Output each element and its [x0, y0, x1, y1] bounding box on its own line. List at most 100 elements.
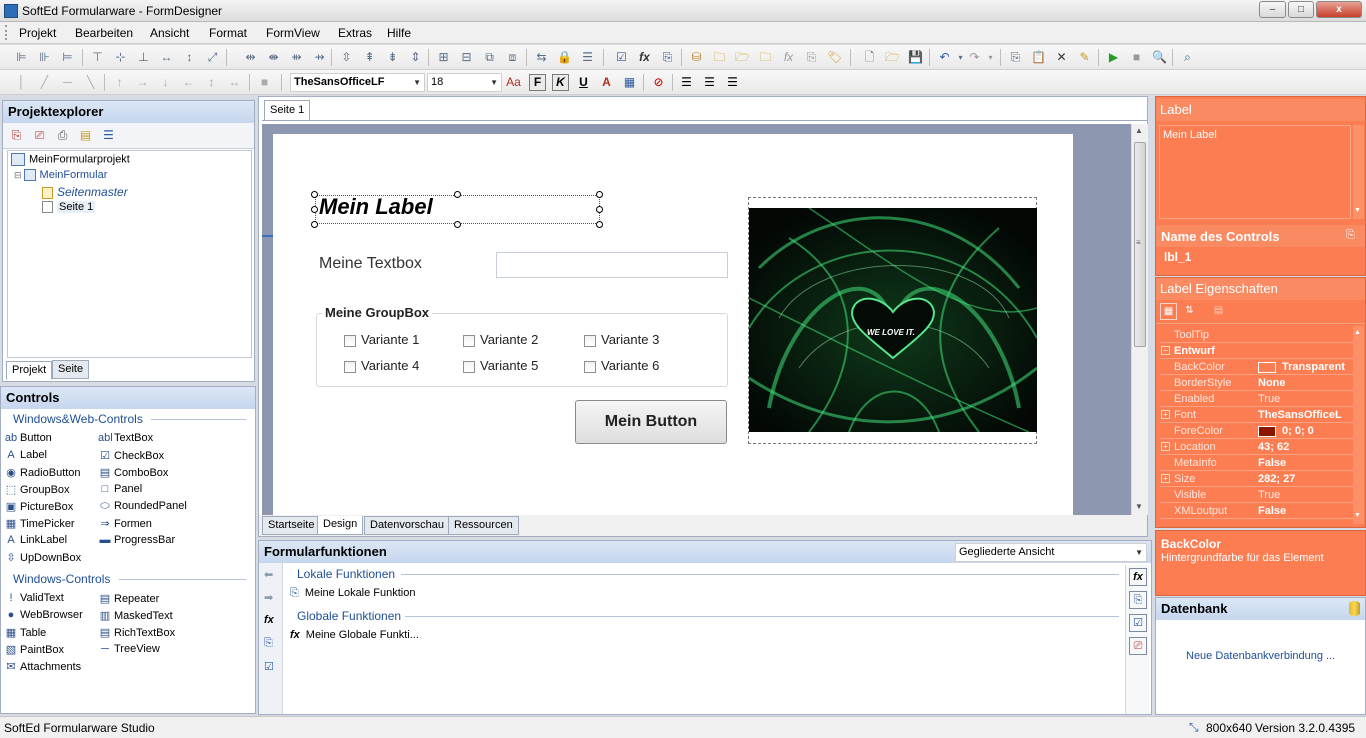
property-value[interactable]: 43; 62 [1258, 439, 1353, 455]
script-icon[interactable]: ⎘ [660, 50, 675, 65]
font-name-select[interactable]: TheSansOfficeLF ▼ [290, 73, 425, 92]
property-value[interactable]: False [1258, 455, 1353, 471]
undo-dropdown-icon[interactable]: ▾ [953, 50, 968, 65]
meine-textbox[interactable] [496, 252, 728, 278]
grid-icon[interactable]: ☰ [580, 50, 595, 65]
control-picturebox[interactable]: ▣ PictureBox [4, 500, 73, 513]
function-icon[interactable]: fx [637, 50, 652, 65]
expand-icon[interactable]: + [1161, 442, 1170, 451]
tab-seite[interactable]: Seite [52, 360, 90, 379]
control-repeater[interactable]: ▤ Repeater [98, 592, 159, 605]
vspace-decrease-icon[interactable]: ⇟ [385, 50, 400, 65]
control-groupbox[interactable]: ⬚ GroupBox [4, 483, 70, 496]
control-updownbox[interactable]: ⇳ UpDownBox [4, 551, 81, 564]
copy-name-icon[interactable]: ⎘ [1346, 229, 1355, 242]
control-roundedpanel[interactable]: ⬭ RoundedPanel [98, 500, 187, 513]
property-row-forecolor[interactable]: ForeColor 0; 0; 0 [1160, 423, 1353, 439]
checkbox-box[interactable] [344, 360, 356, 373]
control-webbrowser[interactable]: ● WebBrowser [4, 609, 83, 621]
checkbox-tool-icon[interactable]: ☑ [614, 50, 629, 65]
tab-datenvorschau[interactable]: Datenvorschau [364, 516, 450, 535]
menu-formview[interactable]: FormView [266, 26, 320, 40]
label-text-input[interactable]: Mein Label [1159, 125, 1351, 219]
property-row-entwurf[interactable]: − Entwurf [1160, 343, 1353, 359]
control-button[interactable]: ab Button [4, 432, 52, 444]
resize-handle[interactable] [596, 191, 603, 198]
new-project-icon[interactable]: ⎘ [9, 128, 24, 143]
properties-scrollbar[interactable]: ▲ ▼ [1353, 326, 1364, 524]
checkbox-variante-4[interactable]: Variante 4 [344, 358, 419, 373]
property-row-location[interactable]: + Location 43; 62 [1160, 439, 1353, 455]
property-pages-icon[interactable]: ▤ [1210, 303, 1227, 320]
tab-startseite[interactable]: Startseite [262, 516, 321, 535]
script-icon[interactable]: ⎘ [264, 637, 273, 650]
same-size-icon[interactable]: ⤢ [205, 50, 220, 65]
checkbox-tool-icon[interactable]: ☑ [1129, 614, 1147, 632]
checkbox-variante-2[interactable]: Variante 2 [463, 332, 538, 347]
control-panel[interactable]: □ Panel [98, 483, 142, 495]
scroll-up-icon[interactable]: ▲ [1354, 329, 1361, 336]
property-row-enabled[interactable]: Enabled True [1160, 391, 1353, 407]
resize-handle[interactable] [454, 191, 461, 198]
tab-seite-1[interactable]: Seite 1 [264, 100, 311, 121]
property-row-borderstyle[interactable]: BorderStyle None [1160, 375, 1353, 391]
copy-icon[interactable]: ⎘ [1008, 50, 1023, 65]
neue-datenbankverbindung-link[interactable]: Neue Datenbankverbindung ... [1186, 650, 1335, 662]
checkbox-variante-6[interactable]: Variante 6 [584, 358, 659, 373]
tab-design[interactable]: Design [317, 516, 364, 535]
vspace-increase-icon[interactable]: ⇞ [362, 50, 377, 65]
menu-ansicht[interactable]: Ansicht [150, 26, 189, 40]
delete-icon[interactable]: ✕ [1054, 50, 1069, 65]
control-name-input[interactable]: lbl_1 [1159, 248, 1363, 268]
property-value[interactable]: None [1258, 375, 1353, 391]
align-bottom-icon[interactable]: ⊥ [136, 50, 151, 65]
property-value[interactable]: True [1258, 487, 1353, 503]
label-text-scrollbar[interactable]: ▼ [1353, 125, 1364, 219]
scroll-down-icon[interactable]: ▼ [1135, 502, 1143, 511]
align-right-icon[interactable]: ⊨ [60, 50, 75, 65]
expand-icon[interactable]: + [1161, 474, 1170, 483]
preview-icon[interactable]: 🔍 [1152, 50, 1167, 65]
font-color-icon[interactable]: A [598, 74, 615, 91]
send-back-icon[interactable]: ⧈ [505, 50, 520, 65]
space-increase-icon[interactable]: ⇼ [266, 50, 281, 65]
folder-link-icon[interactable]: 🗁 [735, 50, 750, 65]
space-decrease-icon[interactable]: ⇻ [289, 50, 304, 65]
tree-node-seitenmaster[interactable]: Seitenmaster [42, 185, 128, 200]
control-formen[interactable]: ⇒ Formen [98, 517, 152, 530]
function-icon[interactable]: fx [264, 614, 274, 626]
align-top-icon[interactable]: ⊤ [90, 50, 105, 65]
format-painter-icon[interactable]: ✎ [1077, 50, 1092, 65]
property-row-xmloutput[interactable]: XMLoutput False [1160, 503, 1353, 519]
close-button[interactable]: x [1316, 1, 1362, 18]
menu-hilfe[interactable]: Hilfe [387, 26, 411, 40]
arrow-left-icon[interactable]: ⬅ [264, 568, 273, 581]
align-left-icon[interactable]: ⊫ [14, 50, 29, 65]
resize-handle[interactable] [311, 206, 318, 213]
categorized-icon[interactable]: ▦ [1160, 303, 1177, 320]
property-row-backcolor[interactable]: BackColor Transparent [1160, 359, 1353, 375]
scroll-down-icon[interactable]: ▼ [1354, 207, 1361, 214]
checkbox-variante-5[interactable]: Variante 5 [463, 358, 538, 373]
control-paintbox[interactable]: ▧ PaintBox [4, 643, 64, 656]
database-icon[interactable]: ⛁ [689, 50, 704, 65]
control-radiobutton[interactable]: ◉ RadioButton [4, 466, 80, 479]
control-label[interactable]: A Label [4, 449, 47, 461]
properties-icon[interactable]: ▤ [78, 128, 93, 143]
control-validtext[interactable]: ! ValidText [4, 592, 63, 604]
designer-vertical-scrollbar[interactable]: ▲ ≡ ▼ [1131, 124, 1148, 516]
center-vertical-icon[interactable]: ⊟ [459, 50, 474, 65]
globale-funktion-item[interactable]: fx Meine Globale Funkti... [290, 629, 419, 641]
delete-project-icon[interactable]: ⎚ [32, 128, 47, 143]
resize-handle[interactable] [311, 221, 318, 228]
property-row-size[interactable]: + Size 282; 27 [1160, 471, 1353, 487]
control-richtextbox[interactable]: ▤ RichTextBox [98, 626, 175, 639]
find-icon[interactable]: ⌕ [1180, 50, 1195, 65]
form-page[interactable]: Mein Label Meine Textbox Meine GroupBox … [273, 134, 1073, 516]
print-icon[interactable]: ⎙ [55, 128, 70, 143]
underline-button[interactable]: U [575, 74, 592, 91]
tab-ressourcen[interactable]: Ressourcen [448, 516, 519, 535]
align-middle-icon[interactable]: ⊹ [113, 50, 128, 65]
checkbox-variante-3[interactable]: Variante 3 [584, 332, 659, 347]
italic-button[interactable]: K [552, 74, 569, 91]
